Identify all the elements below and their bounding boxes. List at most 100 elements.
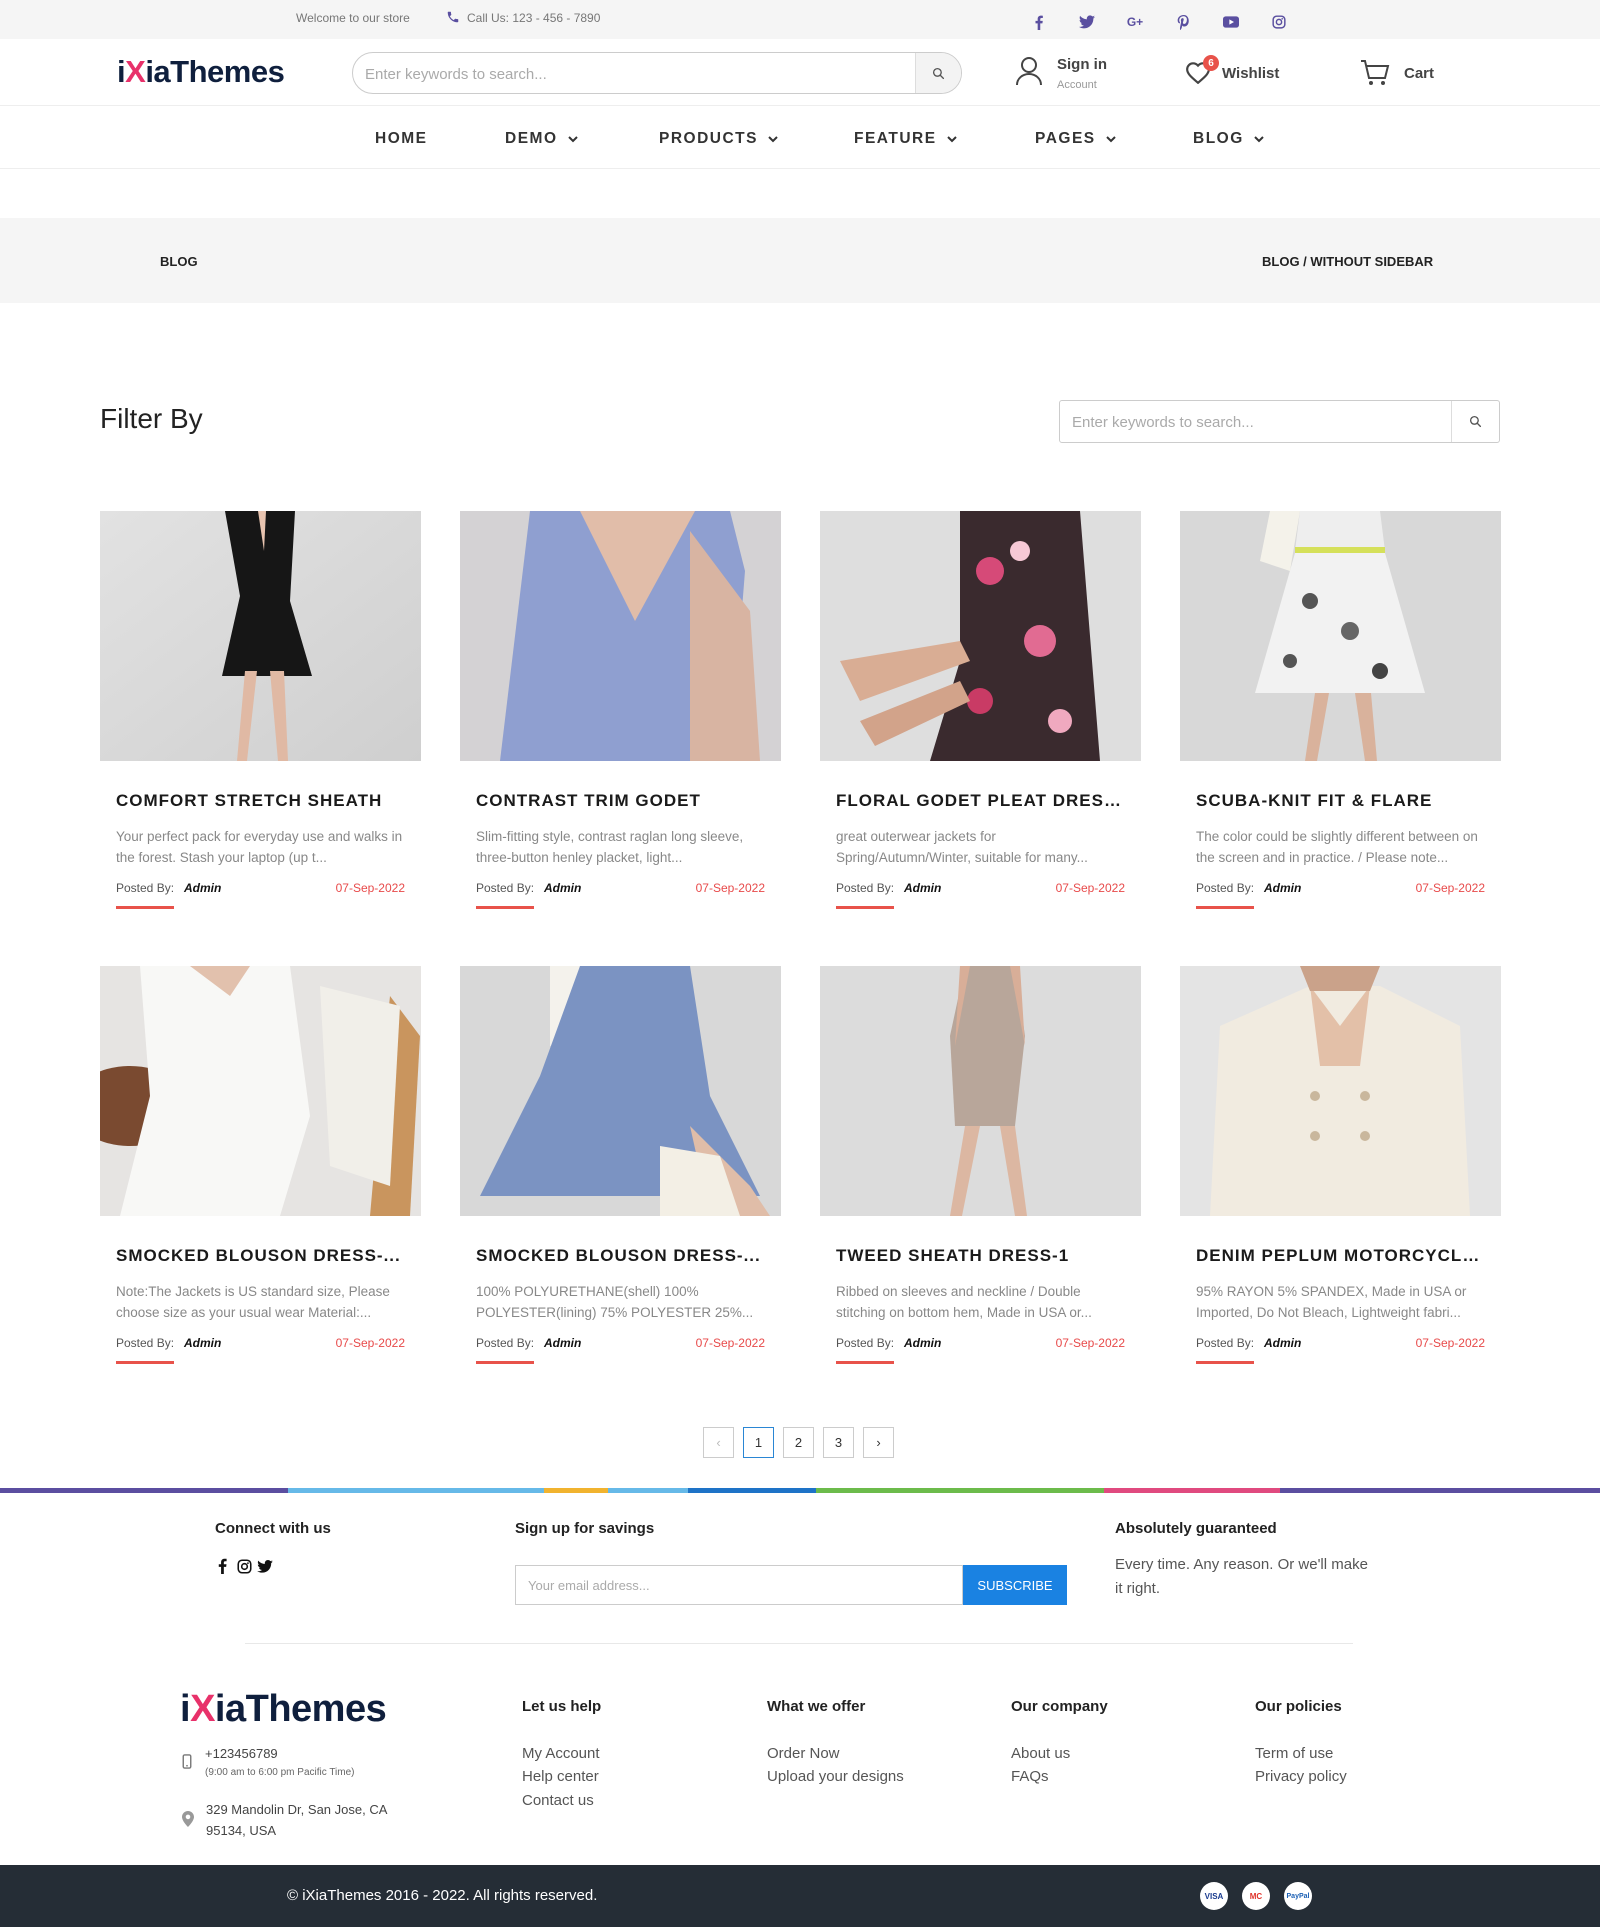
post-title[interactable]: TWEED SHEATH DRESS-1: [836, 1246, 1126, 1266]
post-image[interactable]: [1180, 966, 1501, 1216]
accent-underline: [476, 906, 534, 909]
footer-link-upload-designs[interactable]: Upload your designs: [767, 1768, 904, 1785]
footer-link-help-center[interactable]: Help center: [522, 1768, 599, 1785]
post-image[interactable]: [820, 511, 1141, 761]
search-icon: [1469, 415, 1482, 428]
blog-card[interactable]: DENIM PEPLUM MOTORCYCLE... 95% RAYON 5% …: [1180, 966, 1501, 1364]
filter-search-button[interactable]: [1451, 401, 1499, 442]
footer-link-my-account[interactable]: My Account: [522, 1745, 600, 1762]
nav-item-products[interactable]: PRODUCTS: [659, 130, 778, 148]
filter-search-input[interactable]: Enter keywords to search...: [1072, 414, 1254, 431]
post-image[interactable]: [1180, 511, 1501, 761]
footer-link-about-us[interactable]: About us: [1011, 1745, 1070, 1762]
blog-card[interactable]: CONTRAST TRIM GODET Slim-fitting style, …: [460, 511, 781, 909]
user-icon[interactable]: [1015, 56, 1043, 86]
signin-link[interactable]: Sign in: [1057, 56, 1107, 73]
header-search-box: Enter keywords to search...: [352, 52, 962, 94]
footer-link-privacy-policy[interactable]: Privacy policy: [1255, 1768, 1347, 1785]
footer-logo[interactable]: iXiaThemes: [180, 1688, 387, 1731]
youtube-icon[interactable]: [1221, 12, 1241, 32]
post-title[interactable]: SMOCKED BLOUSON DRESS-...: [476, 1246, 766, 1266]
breadcrumb[interactable]: BLOG / WITHOUT SIDEBAR: [1262, 254, 1433, 269]
nav-item-demo[interactable]: DEMO: [505, 130, 578, 148]
post-date: 07-Sep-2022: [1055, 1336, 1125, 1350]
nav-item-feature[interactable]: FEATURE: [854, 130, 957, 148]
nav-item-blog[interactable]: BLOG: [1193, 130, 1264, 148]
wishlist-link[interactable]: Wishlist: [1222, 65, 1279, 82]
pinterest-icon[interactable]: [1173, 12, 1193, 32]
accent-underline: [476, 1361, 534, 1364]
footer-link-order-now[interactable]: Order Now: [767, 1745, 840, 1762]
subscribe-button[interactable]: SUBSCRIBE: [963, 1565, 1067, 1605]
accent-underline: [1196, 906, 1254, 909]
facebook-icon[interactable]: [1029, 12, 1049, 32]
main-nav: HOME DEMO PRODUCTS FEATURE PAGES BLOG: [0, 105, 1600, 169]
post-date: 07-Sep-2022: [1415, 881, 1485, 895]
welcome-text: Welcome to our store: [296, 11, 410, 25]
footer-phone: +123456789: [205, 1746, 278, 1761]
post-author[interactable]: Admin: [184, 881, 221, 895]
blog-card[interactable]: SCUBA-KNIT FIT & FLARE The color could b…: [1180, 511, 1501, 909]
post-author[interactable]: Admin: [904, 881, 941, 895]
post-author[interactable]: Admin: [544, 881, 581, 895]
post-title[interactable]: SMOCKED BLOUSON DRESS-...: [116, 1246, 406, 1266]
post-image[interactable]: [460, 511, 781, 761]
twitter-icon[interactable]: [1077, 12, 1097, 32]
post-image[interactable]: [460, 966, 781, 1216]
post-author[interactable]: Admin: [904, 1336, 941, 1350]
post-title[interactable]: CONTRAST TRIM GODET: [476, 791, 766, 811]
posted-by-label: Posted By:: [1196, 881, 1255, 895]
post-title[interactable]: COMFORT STRETCH SHEATH: [116, 791, 406, 811]
post-image[interactable]: [100, 966, 421, 1216]
filter-title: Filter By: [100, 403, 203, 434]
blog-card[interactable]: SMOCKED BLOUSON DRESS-... 100% POLYURETH…: [460, 966, 781, 1364]
chevron-down-icon: [1105, 135, 1116, 143]
footer-address-line1: 329 Mandolin Dr, San Jose, CA: [206, 1802, 388, 1817]
instagram-icon[interactable]: [237, 1559, 252, 1574]
blog-card[interactable]: SMOCKED BLOUSON DRESS-... Note:The Jacke…: [100, 966, 421, 1364]
pagination-next-button[interactable]: ›: [863, 1427, 894, 1458]
accent-underline: [116, 906, 174, 909]
blog-card[interactable]: COMFORT STRETCH SHEATH Your perfect pack…: [100, 511, 421, 909]
accent-underline: [836, 906, 894, 909]
footer-link-contact-us[interactable]: Contact us: [522, 1792, 594, 1809]
post-image[interactable]: [820, 966, 1141, 1216]
footer-col-title: Let us help: [522, 1698, 602, 1715]
header-search-input[interactable]: Enter keywords to search...: [365, 66, 547, 83]
nav-item-home[interactable]: HOME: [375, 130, 428, 148]
header-search-button[interactable]: [915, 53, 961, 93]
footer-link-term-of-use[interactable]: Term of use: [1255, 1745, 1333, 1762]
posted-by-label: Posted By:: [116, 1336, 175, 1350]
facebook-icon[interactable]: [218, 1558, 227, 1574]
newsletter-email-input[interactable]: Your email address...: [515, 1565, 963, 1605]
chevron-down-icon: [1254, 135, 1264, 143]
mobile-phone-icon: [182, 1754, 192, 1769]
blog-card[interactable]: FLORAL GODET PLEAT DRESS... great outerw…: [820, 511, 1141, 909]
post-title[interactable]: FLORAL GODET PLEAT DRESS...: [836, 791, 1126, 811]
footer-color-stripe: [0, 1488, 1600, 1493]
post-author[interactable]: Admin: [1264, 881, 1301, 895]
post-title[interactable]: SCUBA-KNIT FIT & FLARE: [1196, 791, 1486, 811]
cart-link[interactable]: Cart: [1404, 65, 1434, 82]
instagram-icon[interactable]: [1269, 12, 1289, 32]
logo-prefix: i: [180, 1688, 191, 1730]
post-author[interactable]: Admin: [1264, 1336, 1301, 1350]
blog-card[interactable]: TWEED SHEATH DRESS-1 Ribbed on sleeves a…: [820, 966, 1141, 1364]
pagination-page-2[interactable]: 2: [783, 1427, 814, 1458]
post-title[interactable]: DENIM PEPLUM MOTORCYCLE...: [1196, 1246, 1486, 1266]
nav-item-pages[interactable]: PAGES: [1035, 130, 1116, 148]
google-plus-icon[interactable]: G+: [1125, 12, 1145, 32]
post-author[interactable]: Admin: [184, 1336, 221, 1350]
pagination-prev-button[interactable]: ‹: [703, 1427, 734, 1458]
post-excerpt: Slim-fitting style, contrast raglan long…: [476, 829, 744, 865]
footer-link-faqs[interactable]: FAQs: [1011, 1768, 1049, 1785]
pagination-page-1[interactable]: 1: [743, 1427, 774, 1458]
post-excerpt: great outerwear jackets for Spring/Autum…: [836, 829, 1088, 865]
site-logo[interactable]: iXiaThemes: [117, 54, 285, 90]
cart-icon[interactable]: [1360, 59, 1390, 87]
post-image[interactable]: [100, 511, 421, 761]
twitter-icon[interactable]: [257, 1560, 273, 1573]
post-author[interactable]: Admin: [544, 1336, 581, 1350]
pagination-page-3[interactable]: 3: [823, 1427, 854, 1458]
footer-address-line2: 95134, USA: [206, 1823, 277, 1838]
